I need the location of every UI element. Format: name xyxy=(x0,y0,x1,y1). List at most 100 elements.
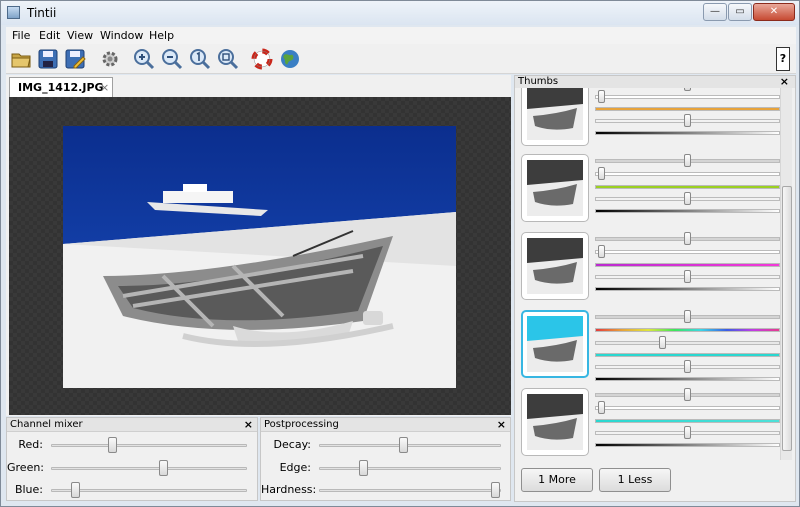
hardness-slider[interactable] xyxy=(319,482,501,498)
menu-help[interactable]: Help xyxy=(149,29,174,42)
thumbs-list[interactable] xyxy=(515,88,795,460)
thumb-3-saturation-handle[interactable] xyxy=(684,270,691,283)
thumb-4-range-handle[interactable] xyxy=(659,336,666,349)
thumb-1-hue-slider[interactable] xyxy=(595,88,780,91)
thumb-3-range-handle[interactable] xyxy=(598,245,605,258)
thumb-4-hue-slider[interactable] xyxy=(595,310,780,323)
green-label: Green: xyxy=(7,461,45,474)
edge-slider-handle[interactable] xyxy=(359,460,368,476)
decay-slider-handle[interactable] xyxy=(399,437,408,453)
thumb-2-range-handle[interactable] xyxy=(598,167,605,180)
save-as-icon[interactable] xyxy=(64,48,86,70)
thumb-5-value-band xyxy=(595,440,780,450)
one-less-button[interactable]: 1 Less xyxy=(599,468,671,492)
thumb-4-range-slider[interactable] xyxy=(595,336,780,349)
toolbar: ? xyxy=(6,44,796,74)
thumbs-scrollbar[interactable] xyxy=(780,88,792,460)
channel-mixer-header: Channel mixer × xyxy=(7,418,257,432)
tab-image[interactable]: IMG_1412.JPG × xyxy=(9,77,113,97)
thumbs-close-icon[interactable]: × xyxy=(780,75,789,88)
thumb-5-range-slider[interactable] xyxy=(595,401,780,414)
blue-slider-handle[interactable] xyxy=(71,482,80,498)
zoom-out-icon[interactable] xyxy=(161,48,183,70)
thumb-item[interactable] xyxy=(521,154,589,222)
thumbs-scrollbar-thumb[interactable] xyxy=(782,186,792,451)
window-title: Tintii xyxy=(27,6,57,20)
app-icon xyxy=(7,6,20,19)
globe-icon[interactable] xyxy=(279,48,301,70)
thumb-2-saturation-handle[interactable] xyxy=(684,192,691,205)
thumb-5-hue-handle[interactable] xyxy=(684,388,691,401)
thumb-5-saturation-slider[interactable] xyxy=(595,426,780,439)
thumb-4-hue-handle[interactable] xyxy=(684,310,691,323)
thumbs-header: Thumbs × xyxy=(515,75,795,88)
red-slider[interactable] xyxy=(51,437,247,453)
thumb-3-hue-handle[interactable] xyxy=(684,232,691,245)
green-slider[interactable] xyxy=(51,460,247,476)
close-button[interactable]: ✕ xyxy=(753,3,795,21)
blue-slider[interactable] xyxy=(51,482,247,498)
thumb-item[interactable] xyxy=(521,388,589,456)
thumb-1-hue-handle[interactable] xyxy=(684,88,691,91)
thumbs-title: Thumbs xyxy=(518,76,559,87)
thumb-image xyxy=(527,316,583,372)
zoom-fit-icon[interactable] xyxy=(217,48,239,70)
gear-icon[interactable] xyxy=(99,48,121,70)
thumb-2-saturation-slider[interactable] xyxy=(595,192,780,205)
thumb-item[interactable] xyxy=(521,88,589,146)
thumb-5-range-handle[interactable] xyxy=(598,401,605,414)
zoom-actual-size-icon[interactable] xyxy=(189,48,211,70)
maximize-button[interactable]: ▭ xyxy=(728,3,752,21)
hardness-slider-handle[interactable] xyxy=(491,482,500,498)
open-folder-icon[interactable] xyxy=(10,48,32,70)
minimize-button[interactable]: — xyxy=(703,3,727,21)
one-more-button[interactable]: 1 More xyxy=(521,468,593,492)
thumb-4-saturation-handle[interactable] xyxy=(684,360,691,373)
channel-mixer-close-icon[interactable]: × xyxy=(244,418,253,431)
thumb-2-range-slider[interactable] xyxy=(595,167,780,180)
menu-view[interactable]: View xyxy=(67,29,93,42)
green-slider-handle[interactable] xyxy=(159,460,168,476)
document-area: IMG_1412.JPG × xyxy=(6,75,511,416)
menu-window[interactable]: Window xyxy=(100,29,143,42)
menu-edit[interactable]: Edit xyxy=(39,29,60,42)
thumb-image xyxy=(527,238,583,294)
thumb-item-selected[interactable] xyxy=(521,310,589,378)
thumb-3-saturation-slider[interactable] xyxy=(595,270,780,283)
decay-slider[interactable] xyxy=(319,437,501,453)
title-bar: Tintii — ▭ ✕ xyxy=(1,1,799,25)
menu-file[interactable]: File xyxy=(12,29,30,42)
thumb-5-saturation-handle[interactable] xyxy=(684,426,691,439)
thumb-1-saturation-handle[interactable] xyxy=(684,114,691,127)
thumb-image xyxy=(527,394,583,450)
thumb-2-hue-handle[interactable] xyxy=(684,154,691,167)
thumb-5-hue-slider[interactable] xyxy=(595,388,780,401)
thumb-3-range-slider[interactable] xyxy=(595,245,780,258)
thumb-1-range-handle[interactable] xyxy=(598,90,605,103)
blue-slider-row: Blue: xyxy=(7,480,257,500)
thumb-1-value-band xyxy=(595,128,780,138)
tab-close-icon[interactable]: × xyxy=(100,81,109,94)
thumb-3-hue-slider[interactable] xyxy=(595,232,780,245)
help-lifebuoy-icon[interactable] xyxy=(251,48,273,70)
thumb-item[interactable] xyxy=(521,232,589,300)
thumb-image xyxy=(527,88,583,140)
thumb-4-value-band xyxy=(595,374,780,384)
green-slider-row: Green: xyxy=(7,458,257,478)
postprocessing-close-icon[interactable]: × xyxy=(497,418,506,431)
thumb-2-hue-slider[interactable] xyxy=(595,154,780,167)
red-label: Red: xyxy=(18,438,43,451)
main-window: Tintii — ▭ ✕ File Edit View Window Help … xyxy=(0,0,800,507)
postprocessing-title: Postprocessing xyxy=(264,419,339,430)
edge-slider[interactable] xyxy=(319,460,501,476)
thumb-1-range-slider[interactable] xyxy=(595,90,780,103)
image-canvas[interactable] xyxy=(9,97,511,415)
save-icon[interactable] xyxy=(37,48,59,70)
whats-this-button[interactable]: ? xyxy=(776,47,790,71)
thumb-1-saturation-slider[interactable] xyxy=(595,114,780,127)
channel-mixer-title: Channel mixer xyxy=(10,419,83,430)
thumb-4-saturation-slider[interactable] xyxy=(595,360,780,373)
zoom-in-icon[interactable] xyxy=(133,48,155,70)
thumb-1-color-band xyxy=(595,104,780,114)
red-slider-handle[interactable] xyxy=(108,437,117,453)
